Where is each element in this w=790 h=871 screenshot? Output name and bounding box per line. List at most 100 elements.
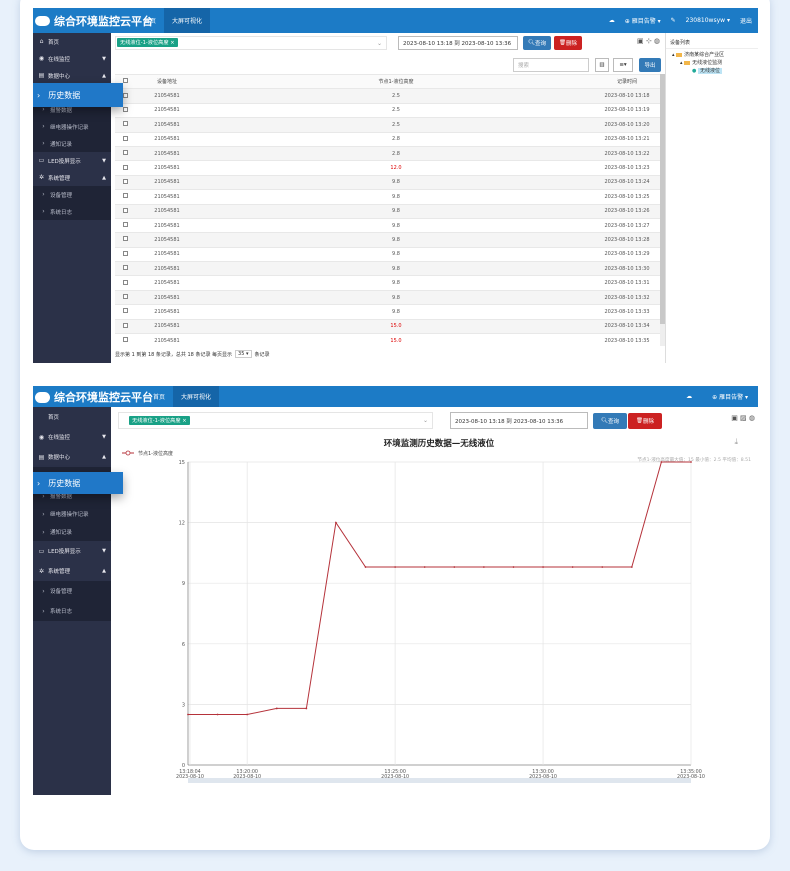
series-line: [188, 461, 691, 715]
row-checkbox[interactable]: [122, 279, 128, 285]
sidebar-label: 系统日志: [50, 209, 73, 216]
table-row[interactable]: 21054581 9.8 2023-08-10 13:24: [115, 174, 661, 190]
folder-icon: [684, 60, 691, 65]
data-point: [630, 566, 633, 568]
footer-text: 显示第 1 到第 18 条记录，总共 18 条记录 每页显示: [115, 351, 233, 358]
view-icons[interactable]: ▣ ▨ ◍: [731, 414, 755, 422]
table-row[interactable]: 21054581 9.8 2023-08-10 13:29: [115, 246, 661, 262]
sidebar-item-device[interactable]: › 设备管理: [33, 581, 111, 601]
history-highlight[interactable]: › 历史数据: [33, 83, 123, 107]
delete-button[interactable]: 🗑︎ 删除: [554, 36, 582, 50]
table-row[interactable]: 21054581 15.0 2023-08-10 13:35: [115, 333, 661, 348]
sidebar-item-device[interactable]: › 设备管理: [33, 186, 111, 203]
page-size-select[interactable]: 35 ▾: [235, 350, 252, 358]
search-input[interactable]: 搜索: [513, 58, 589, 72]
table-row[interactable]: 21054581 9.8 2023-08-10 13:28: [115, 232, 661, 248]
row-checkbox-cell: [115, 246, 135, 262]
chevron-up-icon: ▲: [102, 174, 106, 181]
sidebar-item-led[interactable]: ▭ LED投屏显示 ▼: [33, 152, 111, 169]
table-row[interactable]: 21054581 9.8 2023-08-10 13:27: [115, 217, 661, 233]
query-button[interactable]: 🔍︎ 查询: [523, 36, 551, 50]
delete-label: 删除: [565, 41, 577, 47]
export-button[interactable]: 导出: [639, 58, 661, 72]
sidebar-item-online[interactable]: ◉ 在线监控 ▼: [33, 427, 111, 447]
row-checkbox[interactable]: [122, 337, 128, 343]
table-row[interactable]: 21054581 9.8 2023-08-10 13:33: [115, 304, 661, 320]
node-select[interactable]: ⌄: [115, 36, 387, 50]
table-row[interactable]: 21054581 9.8 2023-08-10 13:32: [115, 289, 661, 305]
row-checkbox[interactable]: [122, 322, 128, 328]
sidebar-item-notify[interactable]: › 通知记录: [33, 523, 111, 541]
sidebar-item-syslog[interactable]: › 系统日志: [33, 601, 111, 621]
sidebar-item-sys[interactable]: ✲ 系统管理 ▲: [33, 561, 111, 581]
row-checkbox[interactable]: [122, 193, 128, 199]
row-checkbox[interactable]: [122, 178, 128, 184]
date-range-input[interactable]: 2023-08-10 13:18 到 2023-08-10 13:36: [398, 36, 518, 50]
table-row[interactable]: 21054581 15.0 2023-08-10 13:34: [115, 318, 661, 334]
table-row[interactable]: 21054581 9.8 2023-08-10 13:31: [115, 275, 661, 291]
sidebar-item-led[interactable]: ▭ LED投屏显示 ▼: [33, 541, 111, 561]
row-checkbox[interactable]: [122, 121, 128, 127]
sidebar-item-home[interactable]: ⌂ 首页: [33, 33, 111, 50]
row-checkbox-cell: [115, 318, 135, 334]
view-icons[interactable]: ▣ ⊹ ◍: [637, 37, 660, 45]
row-checkbox[interactable]: [122, 92, 128, 98]
sidebar-item-syslog[interactable]: › 系统日志: [33, 203, 111, 220]
sidebar-item-notify[interactable]: › 通知记录: [33, 135, 111, 152]
history-table-screenshot: 综合环境监控云平台 首页 大屏可视化 ☁ ⊕ 雁目告警 ▾ ✎ 230810ws…: [33, 8, 758, 363]
sidebar-item-datacenter[interactable]: ▤ 数据中心 ▲: [33, 67, 111, 84]
col-time[interactable]: 记录时间: [593, 73, 661, 89]
table-row[interactable]: 21054581 2.5 2023-08-10 13:19: [115, 102, 661, 118]
sidebar-item-online[interactable]: ◉ 在线监控 ▼: [33, 50, 111, 67]
table-row[interactable]: 21054581 9.8 2023-08-10 13:26: [115, 203, 661, 219]
row-checkbox[interactable]: [122, 236, 128, 242]
data-point: [601, 566, 604, 568]
logout-link[interactable]: 退出: [740, 16, 752, 25]
query-button[interactable]: 🔍︎ 查询: [593, 413, 627, 429]
data-point: [364, 566, 367, 568]
col-address[interactable]: 设备地址: [135, 73, 199, 89]
cell-address: 21054581: [135, 304, 199, 320]
row-checkbox[interactable]: [122, 164, 128, 170]
sidebar-item-sys[interactable]: ✲ 系统管理 ▲: [33, 169, 111, 186]
row-checkbox[interactable]: [122, 265, 128, 271]
filter-tag[interactable]: 无线液位-1-液位高度 ×: [129, 416, 190, 425]
row-checkbox[interactable]: [122, 106, 128, 112]
row-checkbox[interactable]: [122, 207, 128, 213]
table-row[interactable]: 21054581 9.8 2023-08-10 13:30: [115, 261, 661, 276]
delete-button[interactable]: 🗑︎ 删除: [628, 413, 662, 429]
history-highlight[interactable]: › 历史数据: [33, 472, 123, 494]
calendar-icon: ▤: [38, 72, 45, 79]
table-row[interactable]: 21054581 2.8 2023-08-10 13:22: [115, 145, 661, 161]
table-row[interactable]: 21054581 2.8 2023-08-10 13:21: [115, 131, 661, 147]
table-row[interactable]: 21054581 2.5 2023-08-10 13:20: [115, 117, 661, 133]
tree-root[interactable]: ▴ 济南某综合产业区: [672, 51, 752, 59]
node-select[interactable]: 无线液位-1-液位高度 × ⌄: [118, 412, 433, 429]
table-row[interactable]: 21054581 9.8 2023-08-10 13:25: [115, 189, 661, 205]
edit-icon[interactable]: ✎: [671, 17, 676, 24]
sidebar-item-relay-log[interactable]: › 继电器操作记录: [33, 118, 111, 135]
sidebar-item-relay-log[interactable]: › 继电器操作记录: [33, 505, 111, 523]
row-checkbox[interactable]: [122, 135, 128, 141]
row-checkbox[interactable]: [122, 294, 128, 300]
calendar-icon: ▤: [38, 453, 45, 461]
toggle-view-button[interactable]: ▥: [595, 58, 609, 72]
sidebar-item-datacenter[interactable]: ▤ 数据中心 ▲: [33, 447, 111, 467]
sidebar-item-home[interactable]: 首页: [33, 407, 111, 427]
tree-leaf[interactable]: ● 无线液位: [672, 67, 752, 75]
row-checkbox[interactable]: [122, 222, 128, 228]
date-range-input[interactable]: 2023-08-10 13:18 到 2023-08-10 13:36: [450, 412, 588, 429]
user-menu[interactable]: 230810wsyw ▾: [686, 17, 730, 24]
data-point: [542, 566, 544, 568]
cell-address: 21054581: [135, 131, 199, 147]
col-level[interactable]: 节点1-液位高度: [199, 73, 593, 89]
row-checkbox[interactable]: [122, 150, 128, 156]
chevron-right-icon: ›: [42, 528, 45, 536]
row-checkbox[interactable]: [122, 308, 128, 314]
select-all-checkbox[interactable]: [122, 78, 128, 84]
table-row[interactable]: 21054581 2.5 2023-08-10 13:18: [115, 88, 661, 104]
table-row[interactable]: 21054581 12.0 2023-08-10 13:23: [115, 160, 661, 176]
columns-button[interactable]: ≡▾: [613, 58, 633, 72]
row-checkbox[interactable]: [122, 250, 128, 256]
tree-group[interactable]: ▴ 无线液位监测: [672, 59, 752, 67]
